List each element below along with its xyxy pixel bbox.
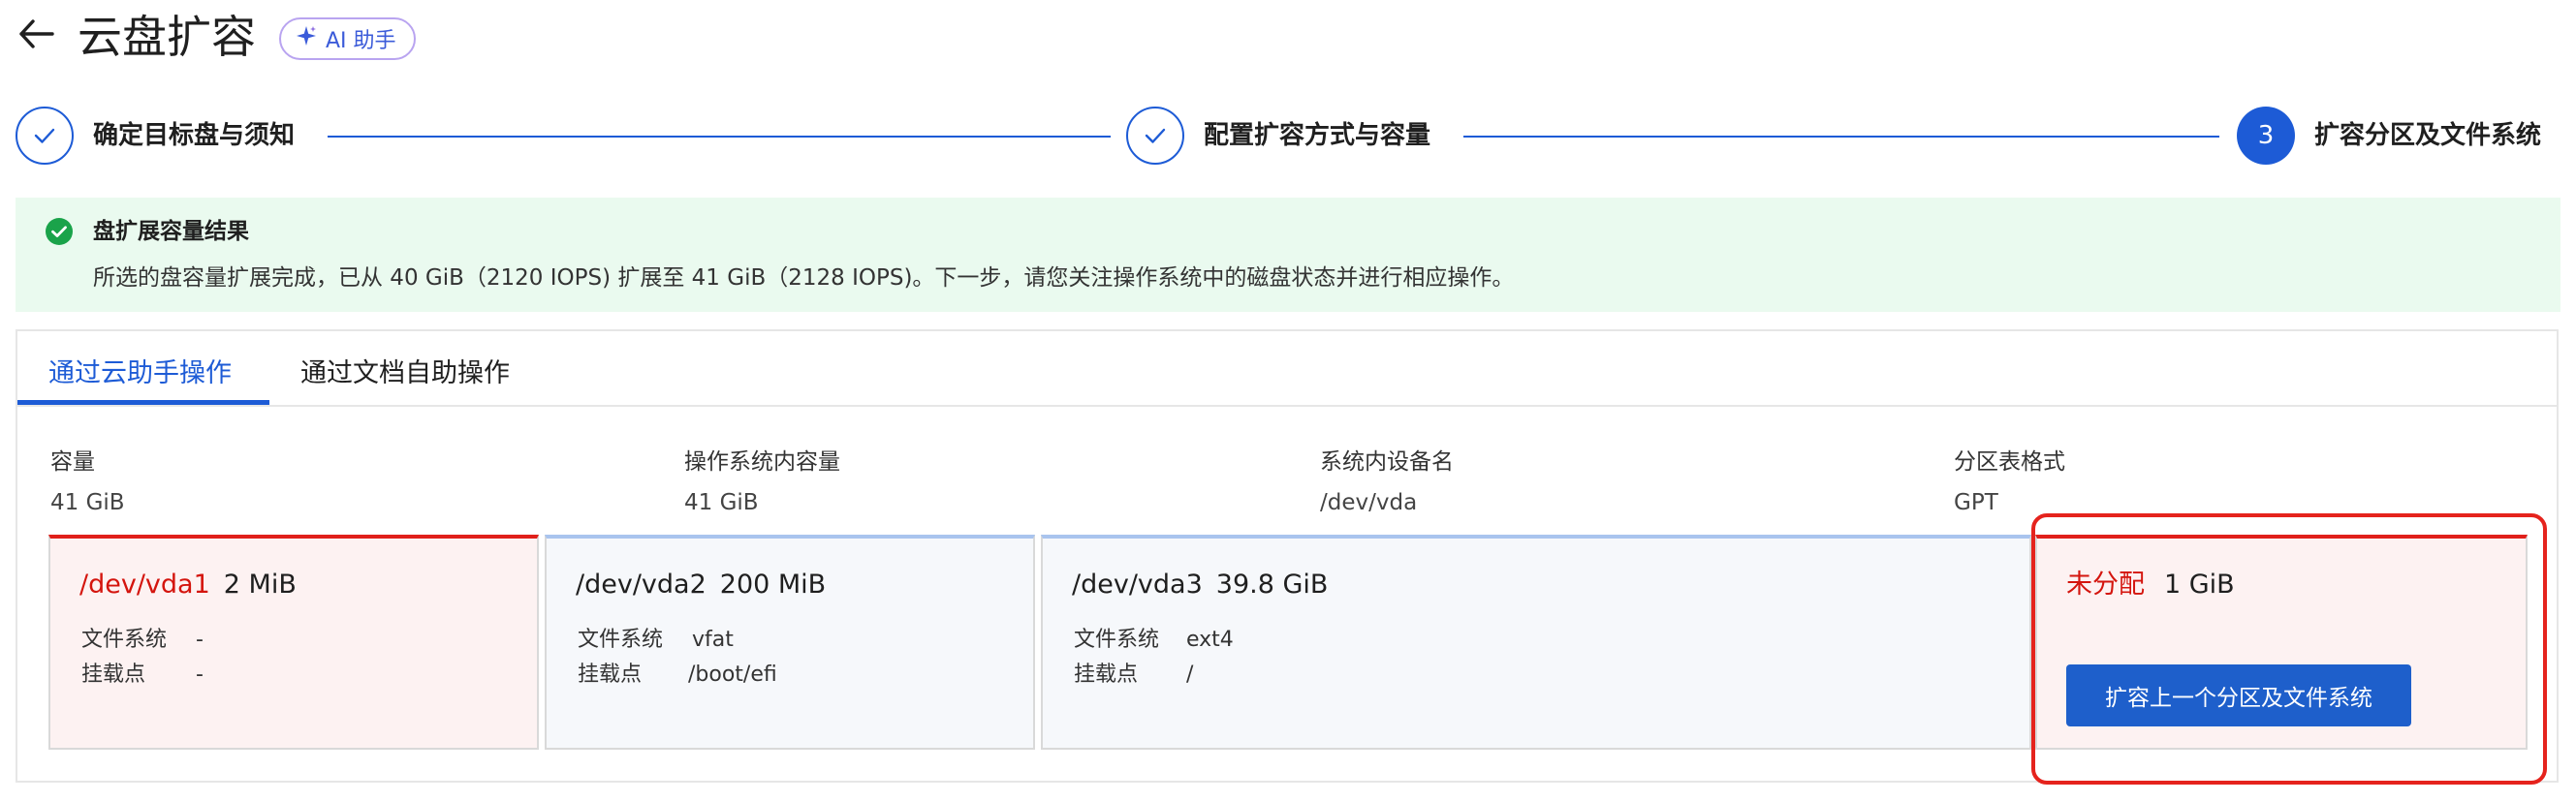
- step-3-label: 扩容分区及文件系统: [2314, 121, 2542, 150]
- tab-cloud-assistant[interactable]: 通过云助手操作: [48, 355, 232, 393]
- mountpoint-value: -: [196, 663, 204, 687]
- mountpoint-value: /boot/efi: [688, 663, 777, 687]
- expand-partition-button[interactable]: 扩容上一个分区及文件系统: [2066, 664, 2411, 726]
- mountpoint-label: 挂载点: [81, 663, 146, 687]
- partition-size: 39.8 GiB: [1215, 570, 1329, 600]
- filesystem-label: 文件系统: [81, 628, 168, 652]
- step-connector: [1463, 136, 2219, 138]
- partition-table-label: 分区表格式: [1954, 449, 2065, 475]
- partition-name: /dev/vda1: [79, 570, 210, 600]
- filesystem-label: 文件系统: [578, 628, 664, 652]
- filesystem-value: vfat: [692, 628, 734, 652]
- step-1-label: 确定目标盘与须知: [93, 121, 296, 150]
- mountpoint-value: /: [1186, 663, 1194, 687]
- device-name-value: /dev/vda: [1320, 490, 1418, 515]
- filesystem-value: -: [196, 628, 204, 652]
- mountpoint-label: 挂载点: [578, 663, 643, 687]
- step-3-number: 3: [2237, 107, 2295, 165]
- os-capacity-label: 操作系统内容量: [684, 449, 840, 475]
- partition-size: 2 MiB: [223, 570, 297, 600]
- result-description: 所选的盘容量扩展完成，已从 40 GiB（2120 IOPS) 扩展至 41 G…: [93, 265, 1515, 291]
- tab-divider: [17, 405, 2557, 407]
- back-arrow-icon[interactable]: [14, 10, 62, 58]
- partition-table-value: GPT: [1954, 490, 1998, 515]
- tab-document-self-service[interactable]: 通过文档自助操作: [300, 355, 510, 393]
- step-connector: [328, 136, 1111, 138]
- step-2-check-icon: [1126, 107, 1184, 165]
- highlight-box: [2031, 513, 2547, 785]
- filesystem-value: ext4: [1186, 628, 1234, 652]
- ai-assistant-label: AI 助手: [326, 29, 396, 53]
- filesystem-label: 文件系统: [1074, 628, 1160, 652]
- page-title: 云盘扩容: [78, 11, 256, 63]
- partition-vda1[interactable]: /dev/vda1 2 MiB 文件系统 - 挂载点 -: [48, 535, 539, 750]
- success-check-icon: [45, 217, 74, 246]
- partition-vda2[interactable]: /dev/vda2 200 MiB 文件系统 vfat 挂载点 /boot/efi: [545, 535, 1035, 750]
- partition-name: /dev/vda3: [1072, 570, 1203, 600]
- partition-vda3[interactable]: /dev/vda3 39.8 GiB 文件系统 ext4 挂载点 /: [1041, 535, 2031, 750]
- result-banner: [16, 198, 2560, 312]
- capacity-value: 41 GiB: [50, 490, 125, 515]
- step-2-label: 配置扩容方式与容量: [1204, 121, 1431, 150]
- mountpoint-label: 挂载点: [1074, 663, 1139, 687]
- sparkle-icon: [295, 24, 318, 53]
- ai-assistant-button[interactable]: AI 助手: [279, 17, 416, 60]
- partition-size: 200 MiB: [719, 570, 827, 600]
- capacity-label: 容量: [50, 449, 95, 475]
- device-name-label: 系统内设备名: [1320, 449, 1454, 475]
- step-1-check-icon: [16, 107, 74, 165]
- partition-name: /dev/vda2: [576, 570, 707, 600]
- active-tab-indicator: [17, 400, 269, 405]
- result-title: 盘扩展容量结果: [93, 219, 249, 244]
- os-capacity-value: 41 GiB: [684, 490, 759, 515]
